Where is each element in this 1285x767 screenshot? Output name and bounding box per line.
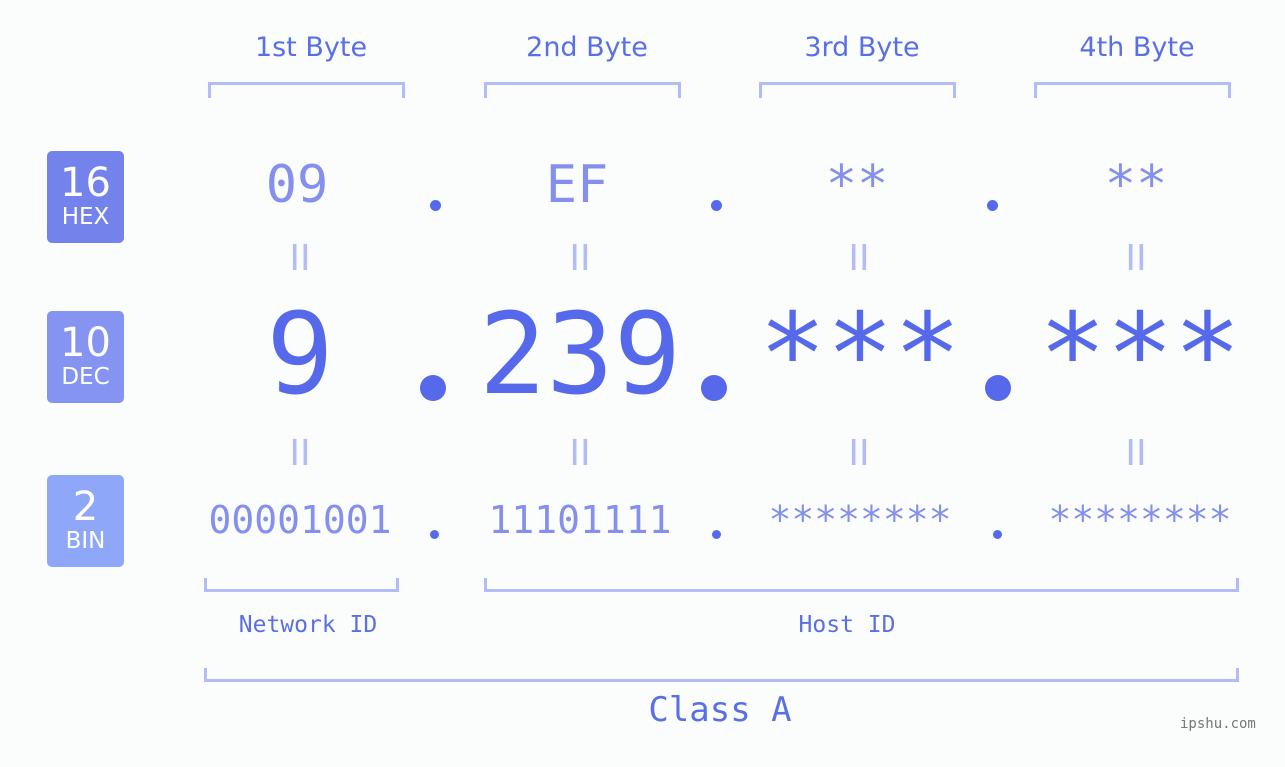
dec-badge: 10 DEC [47,311,124,403]
network-id-bracket [204,578,399,592]
hex-byte-2: EF [545,155,609,215]
bin-byte-4: ******** [1048,498,1232,542]
byte-bracket-2 [484,82,681,98]
dec-byte-1: 9 [266,290,334,420]
bin-byte-2: 11101111 [488,498,672,542]
hex-byte-3: ** [825,155,889,215]
bin-badge-number: 2 [72,484,99,530]
byte-bracket-3 [759,82,956,98]
hex-dot-1 [430,200,441,211]
bin-dot-1 [430,530,439,539]
equals-icon: II [569,238,591,279]
hex-badge-number: 16 [60,160,111,206]
equals-icon: II [848,433,870,474]
hex-badge-label: HEX [61,204,110,230]
class-bracket [204,668,1239,682]
byte-header-2: 2nd Byte [526,32,648,63]
equals-icon: II [1125,238,1147,279]
byte-bracket-1 [208,82,405,98]
equals-icon: II [569,433,591,474]
bin-badge: 2 BIN [47,475,124,567]
network-id-label: Network ID [238,612,378,638]
bin-byte-1: 00001001 [208,498,392,542]
hex-byte-4: ** [1104,155,1168,215]
bin-byte-3: ******** [768,498,952,542]
hex-byte-1: 09 [265,155,329,215]
host-id-label: Host ID [798,612,896,638]
equals-icon: II [1125,433,1147,474]
hex-dot-2 [711,200,722,211]
hex-dot-3 [987,200,998,211]
equals-icon: II [848,238,870,279]
byte-header-3: 3rd Byte [804,32,920,63]
bin-dot-2 [712,530,721,539]
dec-badge-number: 10 [60,320,111,366]
dec-dot-2 [701,375,727,401]
equals-icon: II [289,238,311,279]
dec-byte-4: *** [1038,290,1242,420]
bin-badge-label: BIN [65,528,106,554]
host-id-bracket [484,578,1239,592]
byte-header-1: 1st Byte [254,32,368,63]
byte-header-4: 4th Byte [1079,32,1195,63]
dec-byte-2: 239 [478,290,682,420]
dec-badge-label: DEC [61,364,110,390]
bin-dot-3 [993,530,1002,539]
dec-byte-3: *** [758,290,962,420]
byte-bracket-4 [1034,82,1231,98]
class-label: Class A [648,690,792,730]
watermark: ipshu.com [1180,716,1256,732]
dec-dot-3 [985,375,1011,401]
equals-icon: II [289,433,311,474]
hex-badge: 16 HEX [47,151,124,243]
dec-dot-1 [420,375,446,401]
